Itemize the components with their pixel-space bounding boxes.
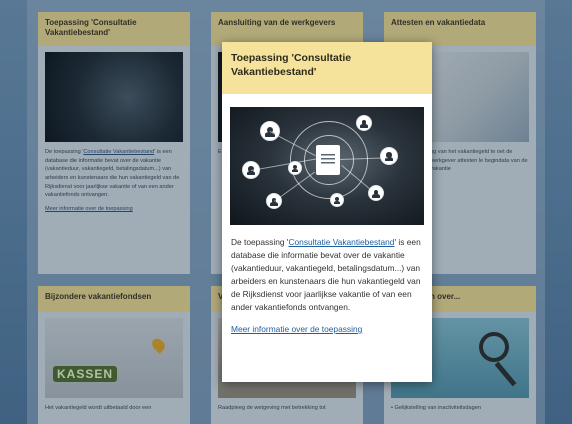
modal-description: De toepassing 'Consultatie Vakantiebesta… <box>231 237 421 313</box>
modal-image <box>230 107 424 225</box>
modal-dialog: Toepassing 'Consultatie Vakantiebestand'… <box>222 42 432 382</box>
user-icon <box>330 193 344 207</box>
user-icon <box>380 147 398 165</box>
consultatie-link[interactable]: Consultatie Vakantiebestand <box>288 237 394 247</box>
modal-title: Toepassing 'Consultatie Vakantiebestand' <box>222 42 432 94</box>
document-icon <box>316 145 340 175</box>
user-icon <box>356 115 372 131</box>
more-info-link[interactable]: Meer informatie over de toepassing <box>222 314 432 334</box>
user-icon <box>368 185 384 201</box>
